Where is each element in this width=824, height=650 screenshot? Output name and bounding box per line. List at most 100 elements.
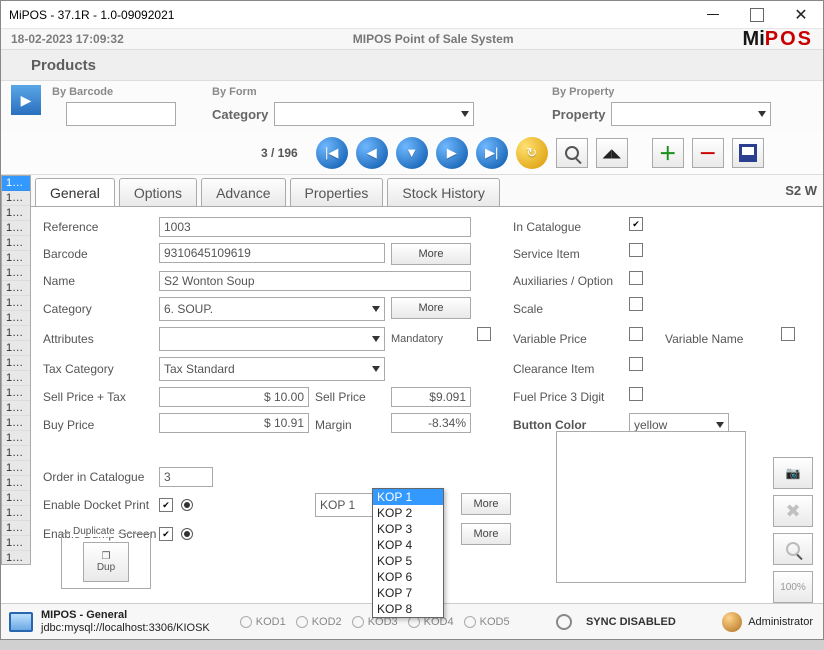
reference-field[interactable]: 1003	[159, 217, 471, 237]
tab-options[interactable]: Options	[119, 178, 197, 206]
list-item[interactable]: 1017 - E12 Bean Curd Skin wit	[2, 386, 30, 401]
clearance-check[interactable]	[629, 357, 643, 371]
in-catalogue-check[interactable]	[629, 217, 643, 231]
fuel-price-check[interactable]	[629, 387, 643, 401]
dropdown-option[interactable]: KOP 4	[373, 537, 443, 553]
list-item[interactable]: 1019 - E14 Mix Entree	[2, 416, 30, 431]
buy-price-field[interactable]: $ 10.91	[159, 413, 309, 433]
timestamp: 18-02-2023 17:09:32	[11, 32, 124, 46]
nav-down-button[interactable]: ▼	[396, 137, 428, 169]
duplicate-button[interactable]: ❐ Dup	[83, 542, 129, 582]
dropdown-option[interactable]: KOP 6	[373, 569, 443, 585]
refresh-button[interactable]: ↻	[516, 137, 548, 169]
list-item[interactable]: 1021 - D1 Steamed Pork Dum	[2, 446, 30, 461]
tax-category-combo[interactable]: Tax Standard	[159, 357, 385, 381]
list-item[interactable]: 1008 - E3 Curry Puff Chicken (	[2, 251, 30, 266]
aux-option-check[interactable]	[629, 271, 643, 285]
list-item[interactable]: 1005 - S4 Tom Yum Seafood	[2, 206, 30, 221]
variable-price-check[interactable]	[629, 327, 643, 341]
list-item[interactable]: 1025 - D5 Pan Fried Chicken P	[2, 506, 30, 521]
nav-last-button[interactable]: ▶|	[476, 137, 508, 169]
dropdown-option[interactable]: KOP 1	[373, 489, 443, 505]
list-item[interactable]: 1013 - E8 Prawn Dumpling (3p	[2, 326, 30, 341]
category-filter-combo[interactable]	[274, 102, 474, 126]
header-center: MIPOS Point of Sale System	[124, 32, 743, 46]
docket-radio-1[interactable]	[181, 499, 193, 511]
bump-screen-check[interactable]	[159, 527, 173, 541]
variable-name-check[interactable]	[781, 327, 795, 341]
kop-dropdown-list[interactable]: KOP 1KOP 2KOP 3KOP 4KOP 5KOP 6KOP 7KOP 8	[372, 488, 444, 618]
window-title: MiPOS - 37.1R - 1.0-09092021	[9, 8, 691, 22]
kod-radio[interactable]: KOD2	[296, 616, 342, 628]
list-item[interactable]: 1011 - E6 Steamed Veg Dump	[2, 296, 30, 311]
collapse-panel-button[interactable]: ▶	[11, 85, 41, 115]
minimize-button[interactable]	[691, 1, 735, 28]
list-item[interactable]: 1012 - E7 BBQ Pork Bun (2pcs	[2, 311, 30, 326]
maximize-button[interactable]	[735, 1, 779, 28]
nav-next-button[interactable]: ▶	[436, 137, 468, 169]
kod-radio[interactable]: KOD1	[240, 616, 286, 628]
tab-properties[interactable]: Properties	[290, 178, 384, 206]
list-item[interactable]: 1024 - D4 Pan Fried Pork Dum	[2, 491, 30, 506]
nav-prev-button[interactable]: ◀	[356, 137, 388, 169]
list-item[interactable]: 1016 - E11 Prawn Crackers	[2, 371, 30, 386]
docket-print-check[interactable]	[159, 498, 173, 512]
mandatory-check[interactable]	[477, 327, 491, 341]
service-item-check[interactable]	[629, 243, 643, 257]
save-button[interactable]	[732, 138, 764, 168]
add-button[interactable]: ＋	[652, 138, 684, 168]
sort-button[interactable]: ◢◣	[596, 138, 628, 168]
dropdown-option[interactable]: KOP 3	[373, 521, 443, 537]
kod-radio[interactable]: KOD5	[464, 616, 510, 628]
close-button[interactable]: ✕	[779, 1, 823, 28]
order-catalogue-field[interactable]: 3	[159, 467, 213, 487]
barcode-input[interactable]	[66, 102, 176, 126]
save-icon	[739, 144, 757, 162]
bump-more-button[interactable]: More	[461, 523, 511, 545]
dropdown-option[interactable]: KOP 8	[373, 601, 443, 617]
list-item[interactable]: 1004 - S3 Tom Yum Chicken S	[2, 191, 30, 206]
list-item[interactable]: 1014 - E9 Shanghai Mini Pork B	[2, 341, 30, 356]
list-item[interactable]: 1022 - D2 Steamed Chicken n	[2, 461, 30, 476]
tab-advance[interactable]: Advance	[201, 178, 285, 206]
category-combo[interactable]: 6. SOUP.	[159, 297, 385, 321]
zoom-button[interactable]	[773, 533, 813, 565]
list-item[interactable]: 1015 - E10 Malaysia Style Chic	[2, 356, 30, 371]
list-item[interactable]: 1027 - D7 Chicken Wonton (Z	[2, 536, 30, 551]
nav-first-button[interactable]: |◀	[316, 137, 348, 169]
list-item[interactable]: 1007 - E2 Veg Spring Rolls (2	[2, 236, 30, 251]
sell-price-tax-field[interactable]: $ 10.00	[159, 387, 309, 407]
dropdown-option[interactable]: KOP 5	[373, 553, 443, 569]
sell-price-field[interactable]: $9.091	[391, 387, 471, 407]
category-more-button[interactable]: More	[391, 297, 471, 319]
barcode-field[interactable]: 9310645109619	[159, 243, 385, 263]
tab-stock-history[interactable]: Stock History	[387, 178, 499, 206]
list-item[interactable]: 1026 - D6 Pan Fried Pork Dun	[2, 521, 30, 536]
property-filter-combo[interactable]	[611, 102, 771, 126]
list-item[interactable]: 1003 - S2 Wonton Soup	[2, 176, 30, 191]
camera-button[interactable]: 📷	[773, 457, 813, 489]
zoom-100-button[interactable]: 100%	[773, 571, 813, 603]
remove-button[interactable]: －	[692, 138, 724, 168]
docket-more-button[interactable]: More	[461, 493, 511, 515]
list-item[interactable]: 1009 - E4 Curry Puff Veg (2 P	[2, 266, 30, 281]
toolbar: 3 / 196 |◀ ◀ ▼ ▶ ▶| ↻ ◢◣ ＋ －	[1, 131, 823, 175]
list-item[interactable]: 1006 - E1 Spring Rolls (2 Pcs)	[2, 221, 30, 236]
scale-check[interactable]	[629, 297, 643, 311]
list-item[interactable]: 1020 - E15 Fried Wonton (6pc	[2, 431, 30, 446]
tab-general[interactable]: General	[35, 178, 115, 206]
name-field[interactable]: S2 Wonton Soup	[159, 271, 471, 291]
list-item[interactable]: 1010 - E5 Siu Mai (3pcs)	[2, 281, 30, 296]
list-item[interactable]: 1018 - E13 Sesame Prawn Toa	[2, 401, 30, 416]
barcode-more-button[interactable]: More	[391, 243, 471, 265]
product-list[interactable]: 1003 - S2 Wonton Soup1004 - S3 Tom Yum C…	[1, 175, 31, 565]
remove-image-button[interactable]: ✖	[773, 495, 813, 527]
list-item[interactable]: 1028 - D8 Chicken Wonton wi	[2, 551, 30, 565]
dropdown-option[interactable]: KOP 7	[373, 585, 443, 601]
attributes-combo[interactable]	[159, 327, 385, 351]
search-icon	[565, 146, 579, 160]
bump-radio-1[interactable]	[181, 528, 193, 540]
search-button[interactable]	[556, 138, 588, 168]
list-item[interactable]: 1023 - D3 Steamed Veg Dum	[2, 476, 30, 491]
dropdown-option[interactable]: KOP 2	[373, 505, 443, 521]
